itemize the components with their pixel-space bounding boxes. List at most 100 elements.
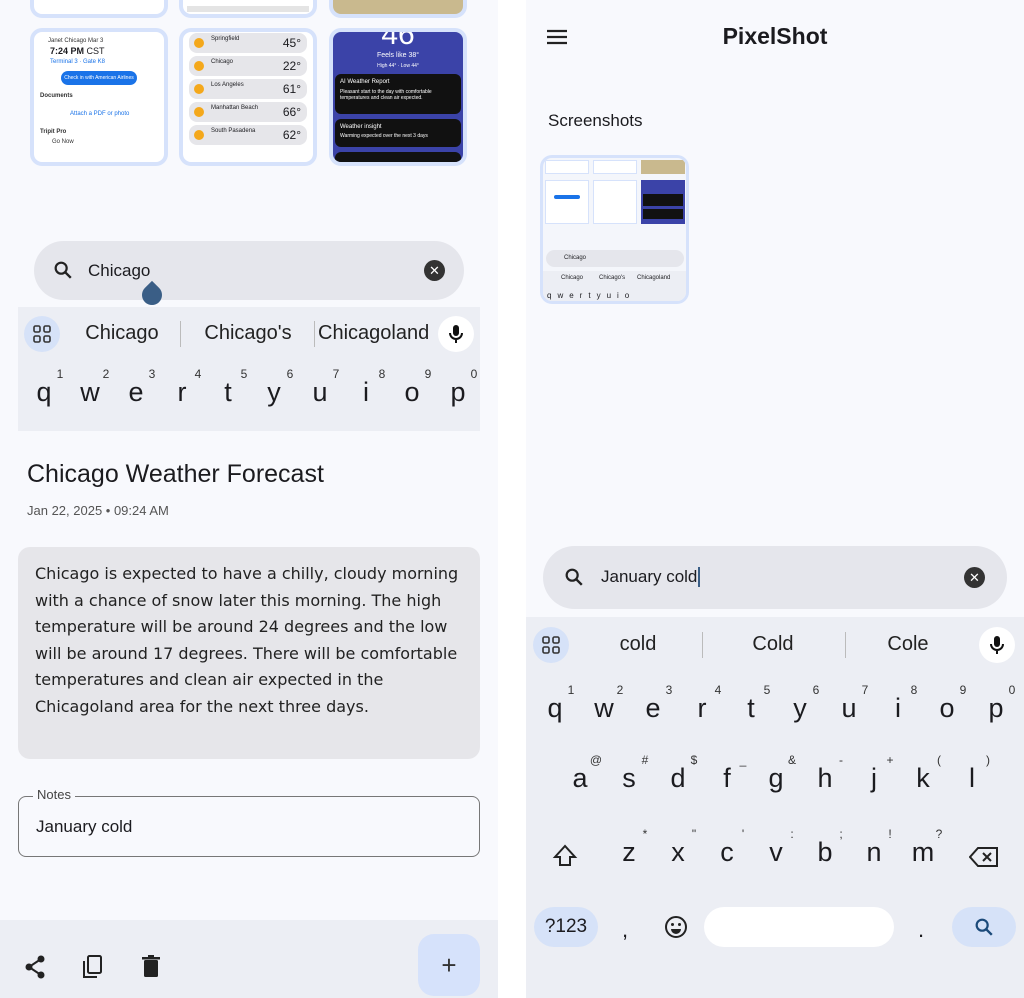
notes-input[interactable]: January cold [36,817,132,837]
flight-screenshot-thumb[interactable]: Janet Chicago Mar 3 7:24 PM CST Terminal… [30,28,168,166]
suggestion[interactable]: Cold [723,633,823,656]
shift-icon[interactable] [552,843,578,869]
feels-like: Feels like 38° [376,52,420,59]
weather-row: Springfield 45° [189,33,307,53]
suggestion[interactable]: Chicago's [193,322,303,345]
search-input[interactable]: January cold [601,567,701,587]
search-icon [54,261,72,279]
search-icon [565,568,583,586]
add-fab[interactable]: + [418,934,480,996]
key-d[interactable]: d [658,763,698,794]
period-key[interactable]: . [918,917,924,943]
screenshot-thumb[interactable] [30,0,168,18]
notes-label: Notes [33,787,75,802]
apps-grid-icon[interactable] [24,316,60,352]
key-t[interactable]: t [731,693,771,724]
weather-row: Chicago 22° [189,56,307,76]
thumb-search: Chicago [546,250,684,267]
key-w[interactable]: w [584,693,624,724]
time: 7:24 PM [50,46,85,56]
key-z[interactable]: z [609,837,649,868]
hilo: High 44° · Low 44° [377,63,419,69]
bottom-bar: + [0,920,498,998]
key-m[interactable]: m [903,837,943,868]
key-o[interactable]: o [392,377,432,408]
suggestion[interactable]: Chicagoland [318,322,429,345]
screenshot-thumb[interactable] [179,0,317,18]
key-c[interactable]: c [707,837,747,868]
key-u[interactable]: u [829,693,869,724]
page-title: Chicago Weather Forecast [27,460,324,488]
share-icon[interactable] [24,955,46,979]
key-t[interactable]: t [208,377,248,408]
key-b[interactable]: b [805,837,845,868]
search-input[interactable]: Chicago [88,261,150,281]
key-e[interactable]: e [633,693,673,724]
weather-report-thumb[interactable]: 46 Feels like 38° High 44° · Low 44° AI … [329,28,467,166]
screenshot-thumb[interactable]: Chicago Chicago Chicago's Chicagoland qwer… [540,155,689,304]
screenshot-thumb[interactable] [329,0,467,18]
key-p[interactable]: p [976,693,1016,724]
clear-icon[interactable]: ✕ [964,567,985,588]
delete-icon[interactable] [142,955,160,977]
space-key[interactable] [704,907,894,947]
notes-field[interactable]: Notes January cold [18,787,480,857]
flight-date: Janet Chicago Mar 3 [48,38,104,44]
key-i[interactable]: i [878,693,918,724]
key-k[interactable]: k [903,763,943,794]
key-s[interactable]: s [609,763,649,794]
key-g[interactable]: g [756,763,796,794]
clear-icon[interactable]: ✕ [424,260,445,281]
comma-key[interactable]: , [622,917,628,943]
weather-row: South Pasadena 62° [189,125,307,145]
apps-grid-icon[interactable] [533,627,569,663]
key-a[interactable]: a [560,763,600,794]
text-cursor-handle[interactable] [137,280,167,310]
mic-icon[interactable] [979,627,1015,663]
key-j[interactable]: j [854,763,894,794]
symbols-key[interactable]: ?123 [534,907,598,947]
key-v[interactable]: v [756,837,796,868]
search-bar[interactable]: January cold ✕ [543,546,1007,609]
key-r[interactable]: r [682,693,722,724]
key-h[interactable]: h [805,763,845,794]
key-u[interactable]: u [300,377,340,408]
ai-report-card: AI Weather Report Pleasant start to the d… [335,74,461,114]
big-temp: 46 [381,28,415,51]
copy-icon[interactable] [82,955,104,979]
mic-icon[interactable] [438,316,474,352]
suggestion[interactable]: Chicago [72,322,172,345]
search-icon [975,918,993,936]
left-screen: Janet Chicago Mar 3 7:24 PM CST Terminal… [0,0,498,998]
trip: Tripit Pro [40,129,67,135]
weather-list-thumb[interactable]: Springfield 45° Chicago 22° Los Angeles 61°… [179,28,317,166]
search-bar[interactable]: Chicago ✕ [34,241,464,310]
key-x[interactable]: x [658,837,698,868]
flight-time: 7:24 PM CST [50,46,158,56]
weather-row: Los Angeles 61° [189,79,307,99]
key-f[interactable]: f [707,763,747,794]
backspace-icon[interactable] [969,847,999,867]
key-y[interactable]: y [254,377,294,408]
right-screen: PixelShot Screenshots Chicago Chicago Chi… [526,0,1024,998]
go: Go Now [52,139,74,145]
emoji-icon[interactable] [664,915,688,939]
key-l[interactable]: l [952,763,992,794]
key-r[interactable]: r [162,377,202,408]
key-e[interactable]: e [116,377,156,408]
suggestion[interactable]: cold [588,633,688,656]
key-p[interactable]: p [438,377,478,408]
key-n[interactable]: n [854,837,894,868]
search-key[interactable] [952,907,1016,947]
suggestion[interactable]: Cole [858,633,958,656]
keyboard: cold Cold Cole 1q2w3e4r5t6y7u8i9o0p @ a # s… [526,617,1024,998]
keyboard: Chicago Chicago's Chicagoland 1q2w3e4r5t… [18,307,480,431]
key-y[interactable]: y [780,693,820,724]
key-q[interactable]: q [535,693,575,724]
tz: CST [86,46,105,56]
key-q[interactable]: q [24,377,64,408]
key-i[interactable]: i [346,377,386,408]
key-w[interactable]: w [70,377,110,408]
key-o[interactable]: o [927,693,967,724]
section-title: Screenshots [548,111,643,130]
